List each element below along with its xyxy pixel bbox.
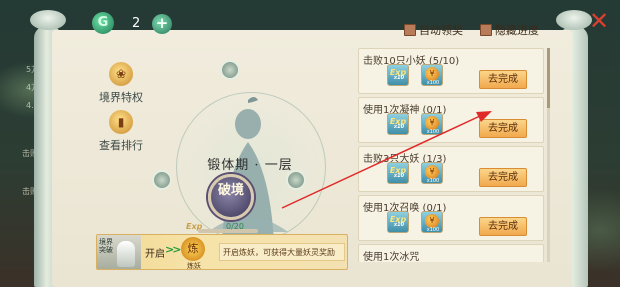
task-row: 使用1次凝神 (0/1) Exp x10 ¥ x100 去完成 [358, 97, 544, 143]
go-complete-button[interactable]: 去完成 [479, 217, 527, 236]
banner-thumbnail-text: 境界突破 [99, 238, 113, 254]
banner-description: 开启炼妖，可获得大量妖灵奖励 [219, 243, 345, 261]
refine-banner[interactable]: 境界突破 开启 >> 炼 炼妖 开启炼妖，可获得大量妖灵奖励 [96, 234, 348, 270]
double-arrow-icon: >> [165, 243, 182, 256]
exp-progress-text: 0/20 [226, 222, 244, 231]
exp-reward-icon[interactable]: Exp x10 [387, 162, 409, 184]
lotus-icon: ❀ [109, 62, 133, 86]
refine-lantern-icon[interactable]: 炼 [181, 237, 205, 261]
hide-progress-checkbox[interactable] [480, 24, 492, 36]
exp-reward-icon[interactable]: Exp x10 [387, 64, 409, 86]
auto-claim-option[interactable]: 自动领奖 [404, 22, 463, 38]
top-bar: G 2 + 自动领奖 隐藏进度 ✕ [0, 0, 620, 40]
exp-reward-icon[interactable]: Exp x10 [387, 211, 409, 233]
task-title: 使用1次冰咒 [363, 252, 420, 262]
task-row: 使用1次冰咒 [358, 244, 544, 262]
task-title: 击败10只小妖 (5/10) [363, 56, 460, 67]
hide-progress-label: 隐藏进度 [495, 24, 539, 37]
go-complete-button[interactable]: 去完成 [479, 119, 527, 138]
auto-claim-label: 自动领奖 [419, 24, 463, 37]
realm-title: 锻体期 · 一层 [207, 158, 293, 173]
realm-node-icon[interactable] [220, 60, 240, 80]
task-row: 击败3只大妖 (1/3) Exp x10 ¥ x100 去完成 [358, 146, 544, 192]
realm-privilege-button[interactable]: ❀ 境界特权 [96, 62, 146, 105]
banner-thumbnail: 境界突破 [97, 235, 141, 269]
auto-claim-checkbox[interactable] [404, 24, 416, 36]
view-ranking-button[interactable]: ▮ 查看排行 [96, 110, 146, 153]
coin-reward-icon[interactable]: ¥ x100 [421, 64, 443, 86]
task-list: 击败10只小妖 (5/10) Exp x10 ¥ x100 去完成 使用1次凝神 (… [358, 48, 544, 262]
coin-reward-icon[interactable]: ¥ x100 [421, 162, 443, 184]
coin-reward-icon[interactable]: ¥ x100 [421, 113, 443, 135]
side-button-label: 境界特权 [99, 91, 143, 104]
task-row: 击败10只小妖 (5/10) Exp x10 ¥ x100 去完成 [358, 48, 544, 94]
close-button[interactable]: ✕ [586, 8, 612, 34]
exp-reward-icon[interactable]: Exp x10 [387, 113, 409, 135]
statue-icon [117, 241, 135, 267]
refine-label: 炼妖 [187, 262, 201, 270]
breakthrough-button[interactable]: 破境 [208, 174, 254, 220]
jade-currency-icon: G [92, 12, 114, 34]
realm-node-icon[interactable] [152, 170, 172, 190]
task-scroll-thumb[interactable] [547, 48, 550, 108]
realm-node-icon[interactable] [286, 170, 306, 190]
open-label: 开启 [145, 249, 165, 260]
ranking-icon: ▮ [109, 110, 133, 134]
coin-reward-icon[interactable]: ¥ x100 [421, 211, 443, 233]
hide-progress-option[interactable]: 隐藏进度 [480, 22, 539, 38]
side-button-label: 查看排行 [99, 139, 143, 152]
add-jade-button[interactable]: + [152, 14, 172, 34]
jade-count: 2 [132, 16, 141, 31]
go-complete-button[interactable]: 去完成 [479, 168, 527, 187]
go-complete-button[interactable]: 去完成 [479, 70, 527, 89]
task-row: 使用1次召唤 (0/1) Exp x10 ¥ x100 去完成 [358, 195, 544, 241]
